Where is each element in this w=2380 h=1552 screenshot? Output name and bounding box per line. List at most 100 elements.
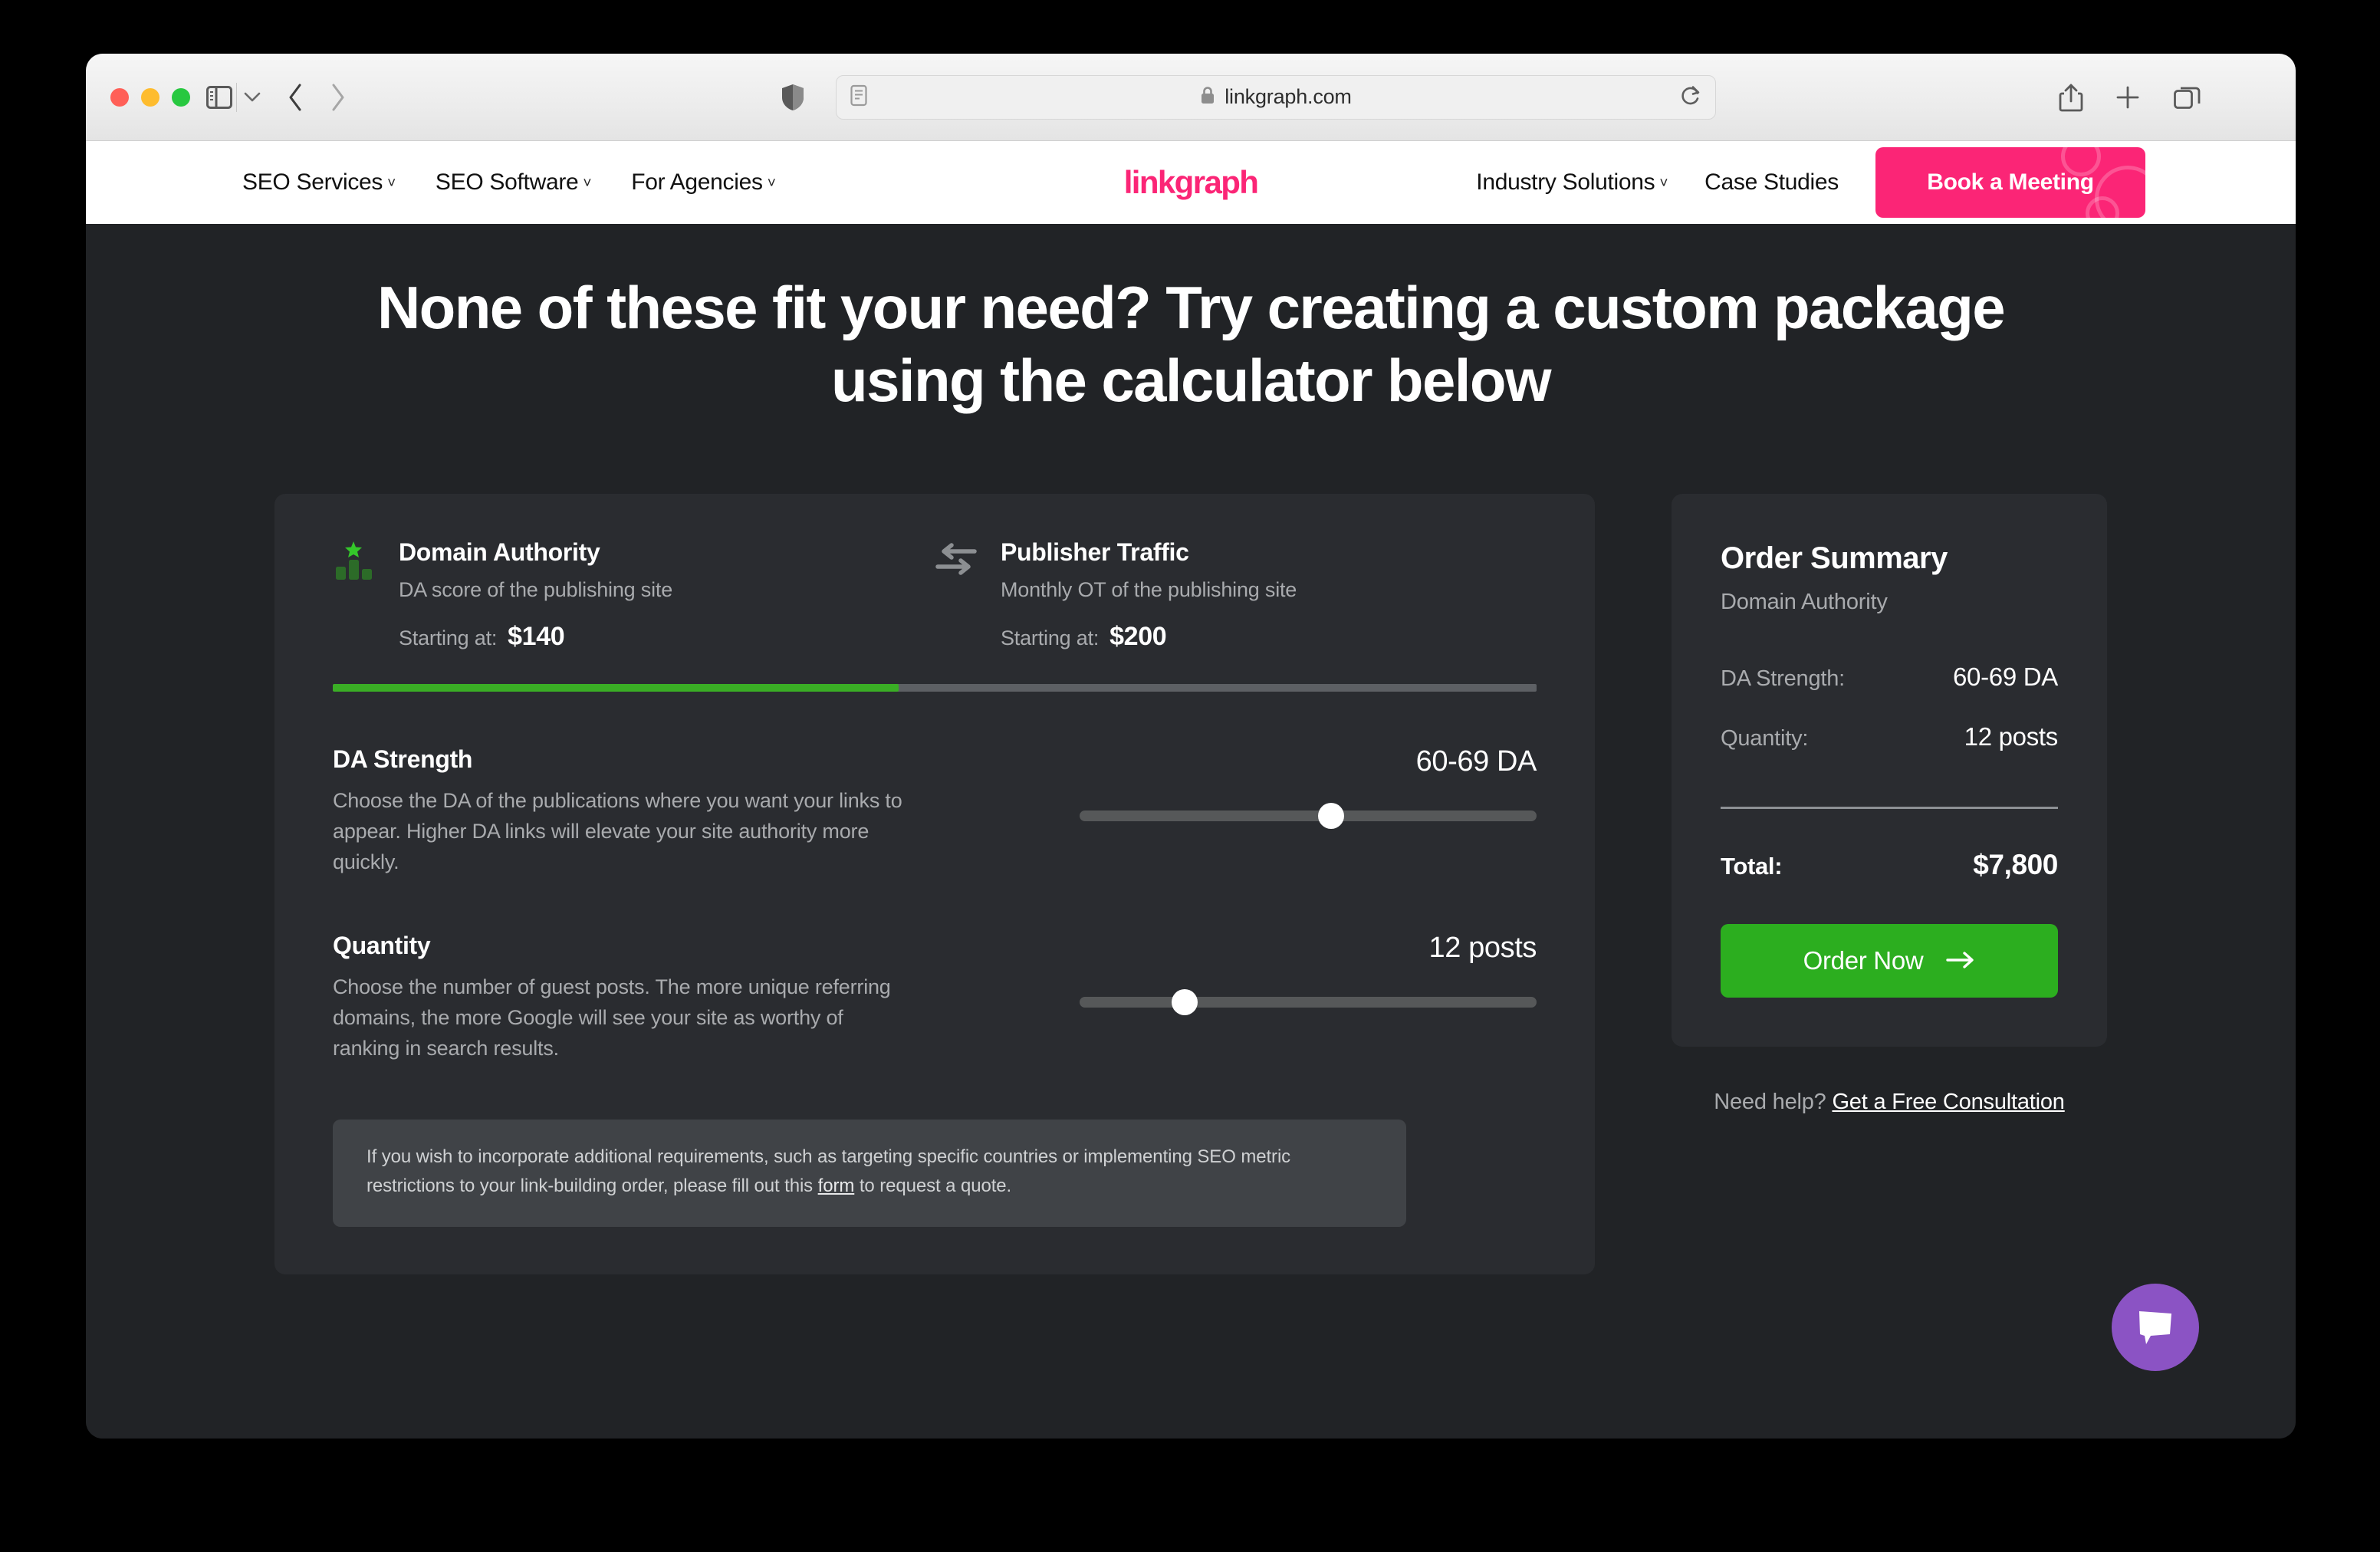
tab-title: Domain Authority: [399, 538, 600, 567]
linkgraph-logo[interactable]: linkgraph: [1124, 164, 1259, 201]
order-now-button[interactable]: Order Now: [1721, 924, 2058, 998]
tab-price-value: $140: [508, 622, 565, 652]
chevron-down-icon[interactable]: [239, 82, 265, 113]
site-navigation-bar: SEO Services ˅ SEO Software ˅ For Agenci…: [86, 141, 2296, 224]
note-form-link[interactable]: form: [818, 1176, 855, 1196]
calculator-tab-row: Domain Authority DA score of the publish…: [333, 538, 1537, 652]
close-window-button[interactable]: [110, 87, 129, 107]
url-display[interactable]: linkgraph.com: [837, 85, 1715, 109]
quantity-value: 12 posts: [1428, 932, 1537, 965]
total-label: Total:: [1721, 853, 1783, 880]
need-help-prefix: Need help?: [1714, 1090, 1833, 1115]
custom-requirements-note: If you wish to incorporate additional re…: [333, 1120, 1406, 1227]
nav-item-label: Industry Solutions: [1476, 169, 1655, 195]
chevron-down-icon: ˅: [1659, 176, 1668, 192]
bar-chart-star-icon: [333, 538, 377, 652]
control-text: DA Strength Choose the DA of the publica…: [333, 745, 923, 878]
tab-domain-authority[interactable]: Domain Authority DA score of the publish…: [333, 538, 935, 652]
nav-item-label: SEO Services: [242, 169, 383, 195]
back-chevron-icon[interactable]: [278, 79, 313, 116]
reload-icon[interactable]: [1680, 84, 1701, 110]
quantity-slider[interactable]: [1080, 989, 1537, 1016]
privacy-shield-icon[interactable]: [776, 81, 810, 114]
control-da-strength: DA Strength Choose the DA of the publica…: [333, 745, 1537, 878]
page-content: None of these fit your need? Try creatin…: [86, 224, 2296, 1439]
browser-window: linkgraph.com SEO Services ˅ SEO Softwar…: [86, 54, 2296, 1439]
control-slider-area: 12 posts: [923, 932, 1537, 1064]
slider-thumb[interactable]: [1317, 803, 1344, 830]
summary-row-da-strength: DA Strength: 60-69 DA: [1721, 663, 2058, 692]
summary-row-key: DA Strength:: [1721, 666, 1846, 692]
calculator-section: Domain Authority DA score of the publish…: [274, 494, 2107, 1274]
primary-nav-right: Industry Solutions ˅ Case Studies Book a…: [1476, 147, 2145, 218]
summary-total-row: Total: $7,800: [1721, 849, 2058, 881]
summary-row-quantity: Quantity: 12 posts: [1721, 722, 2058, 751]
order-summary-card: Order Summary Domain Authority DA Streng…: [1672, 494, 2107, 1047]
forward-chevron-icon[interactable]: [321, 79, 356, 116]
nav-item-seo-services[interactable]: SEO Services ˅: [242, 169, 396, 196]
control-text: Quantity Choose the number of guest post…: [333, 932, 923, 1064]
nav-item-label: Case Studies: [1704, 169, 1839, 195]
tab-overview-icon[interactable]: [2170, 80, 2205, 115]
summary-row-key: Quantity:: [1721, 726, 1809, 751]
control-description: Choose the number of guest posts. The mo…: [333, 975, 891, 1060]
nav-item-label: For Agencies: [631, 169, 763, 195]
summary-row-value: 60-69 DA: [1952, 663, 2058, 692]
need-help-row: Need help? Get a Free Consultation: [1672, 1090, 2107, 1115]
chat-bubble-icon[interactable]: [2112, 1284, 2199, 1371]
da-strength-value: 60-69 DA: [1415, 745, 1537, 778]
nav-item-label: SEO Software: [435, 169, 579, 195]
book-a-meeting-button[interactable]: Book a Meeting: [1875, 147, 2145, 218]
nav-item-case-studies[interactable]: Case Studies: [1704, 169, 1839, 196]
slider-thumb[interactable]: [1172, 989, 1198, 1016]
chevron-down-icon: ˅: [583, 176, 592, 192]
plus-icon[interactable]: [2110, 80, 2145, 115]
note-text: If you wish to incorporate additional re…: [367, 1143, 1372, 1201]
summary-divider: [1721, 807, 2058, 810]
primary-nav-left: SEO Services ˅ SEO Software ˅ For Agenci…: [242, 169, 776, 196]
nav-item-for-agencies[interactable]: For Agencies ˅: [631, 169, 776, 196]
order-summary-column: Order Summary Domain Authority DA Streng…: [1672, 494, 2107, 1115]
control-description: Choose the DA of the publications where …: [333, 789, 902, 874]
page-title: None of these fit your need? Try creatin…: [376, 274, 2006, 415]
total-value: $7,800: [1973, 849, 2058, 881]
tab-progress-track: [333, 684, 1537, 692]
tab-subtitle: DA score of the publishing site: [399, 578, 673, 602]
tab-price-label: Starting at:: [399, 626, 498, 650]
url-text: linkgraph.com: [1225, 85, 1352, 108]
browser-toolbar: linkgraph.com: [86, 54, 2296, 141]
arrow-right-icon: [1946, 946, 1975, 975]
control-label: Quantity: [333, 932, 431, 960]
tab-progress-fill: [333, 684, 899, 692]
tab-price-row: Starting at: $140: [399, 622, 672, 652]
tab-subtitle: Monthly OT of the publishing site: [1001, 578, 1297, 602]
tab-title: Publisher Traffic: [1001, 538, 1189, 567]
order-summary-title: Order Summary: [1721, 541, 1948, 576]
address-bar[interactable]: linkgraph.com: [836, 74, 1716, 120]
package-calculator-card: Domain Authority DA score of the publish…: [274, 494, 1595, 1274]
maximize-window-button[interactable]: [172, 87, 190, 107]
nav-item-seo-software[interactable]: SEO Software ˅: [435, 169, 592, 196]
lock-icon: [1200, 86, 1215, 109]
da-strength-slider[interactable]: [1080, 803, 1537, 830]
control-label: DA Strength: [333, 745, 473, 774]
book-a-meeting-label: Book a Meeting: [1927, 169, 2094, 195]
order-now-label: Order Now: [1803, 946, 1924, 975]
sidebar-toggle-icon[interactable]: [202, 81, 236, 114]
summary-row-value: 12 posts: [1964, 722, 2059, 751]
tab-price-row: Starting at: $200: [1001, 622, 1297, 652]
exchange-arrows-icon: [935, 538, 979, 652]
order-summary-subtitle: Domain Authority: [1721, 590, 1888, 615]
window-controls: [110, 87, 190, 107]
control-slider-area: 60-69 DA: [923, 745, 1537, 878]
toolbar-divider: [236, 83, 237, 112]
nav-item-industry-solutions[interactable]: Industry Solutions ˅: [1476, 169, 1668, 196]
free-consultation-link[interactable]: Get a Free Consultation: [1832, 1090, 2064, 1114]
chevron-down-icon: ˅: [767, 176, 776, 192]
reader-view-icon[interactable]: [850, 84, 867, 110]
share-icon[interactable]: [2053, 80, 2089, 115]
note-text-after: to request a quote.: [854, 1175, 1012, 1196]
tab-publisher-traffic[interactable]: Publisher Traffic Monthly OT of the publ…: [935, 538, 1537, 652]
tab-price-value: $200: [1109, 622, 1167, 652]
minimize-window-button[interactable]: [141, 87, 159, 107]
